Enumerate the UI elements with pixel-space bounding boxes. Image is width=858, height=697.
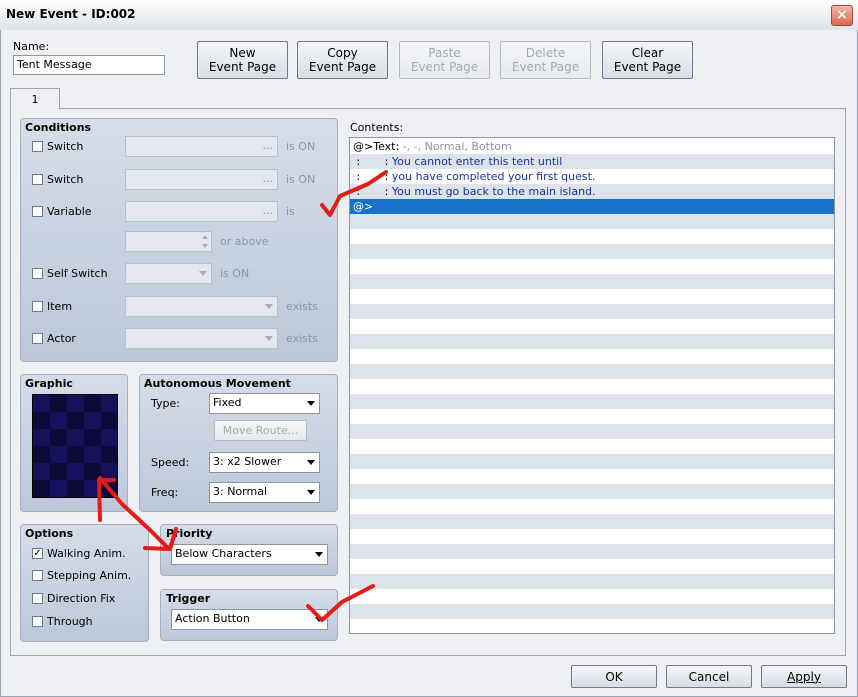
annotation-overlay bbox=[97, 170, 388, 622]
checkmark-annotation bbox=[306, 584, 375, 622]
checkmark-annotation bbox=[320, 170, 388, 217]
tab-page-1[interactable]: 1 bbox=[10, 88, 60, 110]
double-arrow-annotation bbox=[98, 476, 170, 550]
